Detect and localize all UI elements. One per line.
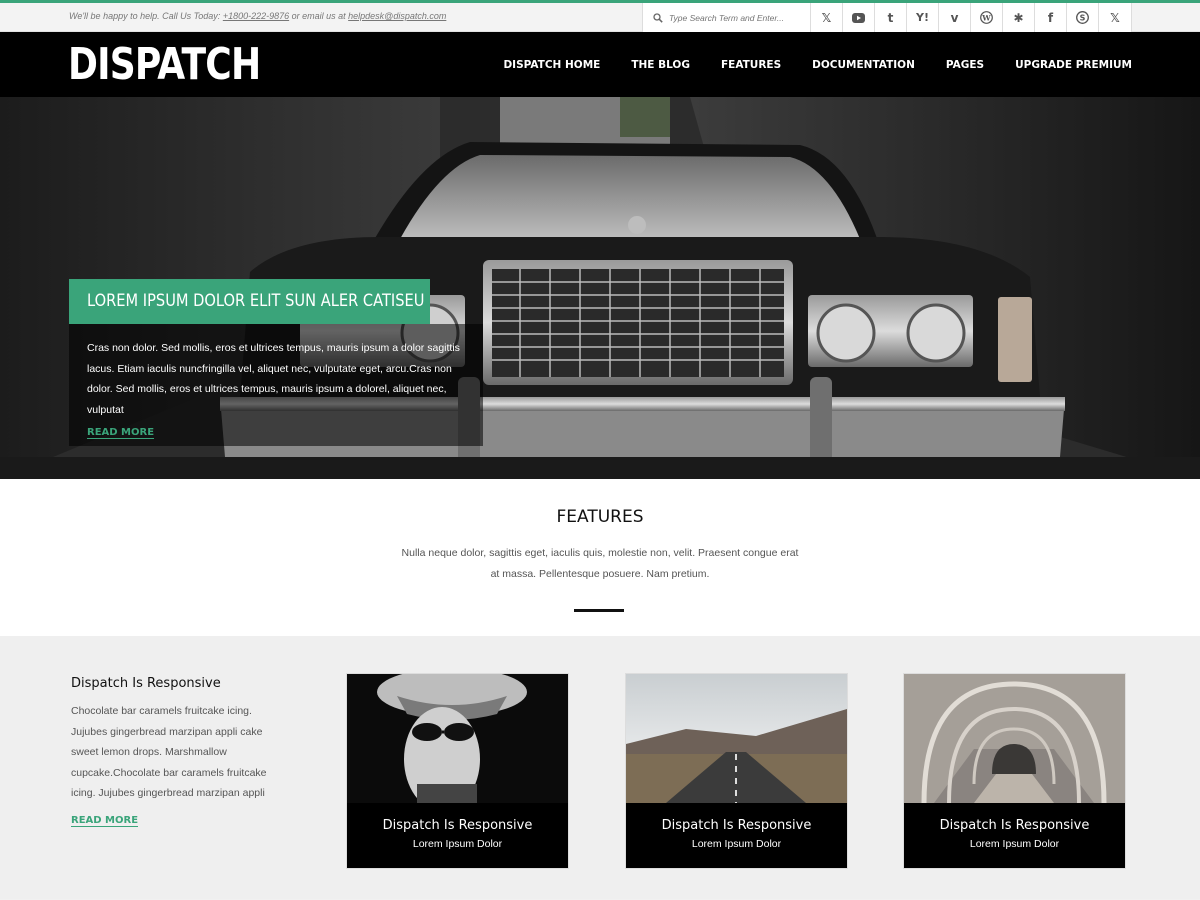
nav-dispatch-home[interactable]: DISPATCH HOME [503, 59, 600, 71]
nav-the-blog[interactable]: THE BLOG [631, 59, 690, 71]
feature-card[interactable]: Dispatch Is Responsive Lorem Ipsum Dolor [903, 673, 1126, 869]
hero-title-text: LOREM IPSUM DOLOR ELIT SUN ALER CATISEU [87, 291, 425, 311]
nav-pages[interactable]: PAGES [946, 59, 984, 71]
features-intro: FEATURES Nulla neque dolor, sagittis ege… [0, 479, 1200, 636]
hero-text: Cras non dolor. Sed mollis, eros et ultr… [87, 342, 460, 416]
nav-documentation[interactable]: DOCUMENTATION [812, 59, 915, 71]
card-title: Dispatch Is Responsive [661, 818, 812, 833]
feature-card[interactable]: Dispatch Is Responsive Lorem Ipsum Dolor [625, 673, 848, 869]
site-logo[interactable]: DISPATCH [68, 37, 261, 92]
svg-text:W: W [981, 13, 991, 22]
sidebar-text: Chocolate bar caramels fruitcake icing. … [71, 705, 267, 799]
features-title: FEATURES [556, 507, 644, 527]
hero-caption: Cras non dolor. Sed mollis, eros et ultr… [69, 324, 483, 446]
youtube-icon[interactable] [843, 3, 875, 32]
main-nav: DISPATCH HOME THE BLOG FEATURES DOCUMENT… [503, 32, 1132, 97]
card-image-road [626, 674, 847, 803]
card-caption: Dispatch Is Responsive Lorem Ipsum Dolor [904, 803, 1125, 868]
search-input[interactable] [669, 12, 804, 23]
facebook-icon[interactable]: f [1035, 3, 1067, 32]
tumblr-icon[interactable]: t [875, 3, 907, 32]
twitter-icon[interactable]: 𝕏 [1099, 3, 1131, 32]
help-or: or email us at [289, 11, 349, 21]
card-caption: Dispatch Is Responsive Lorem Ipsum Dolor [347, 803, 568, 868]
skype-icon[interactable]: S [1067, 3, 1099, 32]
card-subtitle: Lorem Ipsum Dolor [969, 838, 1060, 850]
hero-slider: LOREM IPSUM DOLOR ELIT SUN ALER CATISEU … [0, 97, 1200, 479]
yelp-icon[interactable]: ✱ [1003, 3, 1035, 32]
help-text: We'll be happy to help. Call Us Today: +… [69, 11, 446, 21]
nav-upgrade-premium[interactable]: UPGRADE PREMIUM [1015, 59, 1132, 71]
card-image-woman [347, 674, 568, 803]
help-label: We'll be happy to help. Call Us Today: [69, 11, 223, 21]
nav-features[interactable]: FEATURES [721, 59, 781, 71]
card-title: Dispatch Is Responsive [939, 818, 1090, 833]
feature-sidebar: Dispatch Is Responsive Chocolate bar car… [71, 676, 281, 827]
search-icon [653, 12, 663, 23]
hero-read-more-link[interactable]: READ MORE [87, 427, 155, 439]
email-link[interactable]: helpdesk@dispatch.com [348, 11, 446, 21]
sidebar-title: Dispatch Is Responsive [71, 676, 221, 691]
site-header: DISPATCH DISPATCH HOME THE BLOG FEATURES… [0, 32, 1200, 97]
card-subtitle: Lorem Ipsum Dolor [691, 838, 782, 850]
yahoo-icon[interactable]: Y! [907, 3, 939, 32]
features-section: Dispatch Is Responsive Chocolate bar car… [0, 636, 1200, 899]
features-text: Nulla neque dolor, sagittis eget, iaculi… [401, 547, 799, 580]
card-caption: Dispatch Is Responsive Lorem Ipsum Dolor [626, 803, 847, 868]
twitter-icon[interactable]: 𝕏 [811, 3, 843, 32]
vimeo-icon[interactable]: v [939, 3, 971, 32]
top-tools: 𝕏 t Y! v W ✱ f S 𝕏 [642, 3, 1132, 32]
card-image-arches [904, 674, 1125, 803]
top-bar: We'll be happy to help. Call Us Today: +… [0, 3, 1200, 32]
hero-title: LOREM IPSUM DOLOR ELIT SUN ALER CATISEU [69, 279, 430, 324]
svg-text:S: S [1080, 14, 1086, 23]
phone-link[interactable]: +1800-222-9876 [223, 11, 289, 21]
features-divider [574, 609, 624, 612]
card-subtitle: Lorem Ipsum Dolor [412, 838, 503, 850]
sidebar-read-more-link[interactable]: READ MORE [71, 815, 139, 827]
wordpress-icon[interactable]: W [971, 3, 1003, 32]
search-box [643, 3, 811, 32]
feature-card[interactable]: Dispatch Is Responsive Lorem Ipsum Dolor [346, 673, 569, 869]
card-title: Dispatch Is Responsive [382, 818, 533, 833]
